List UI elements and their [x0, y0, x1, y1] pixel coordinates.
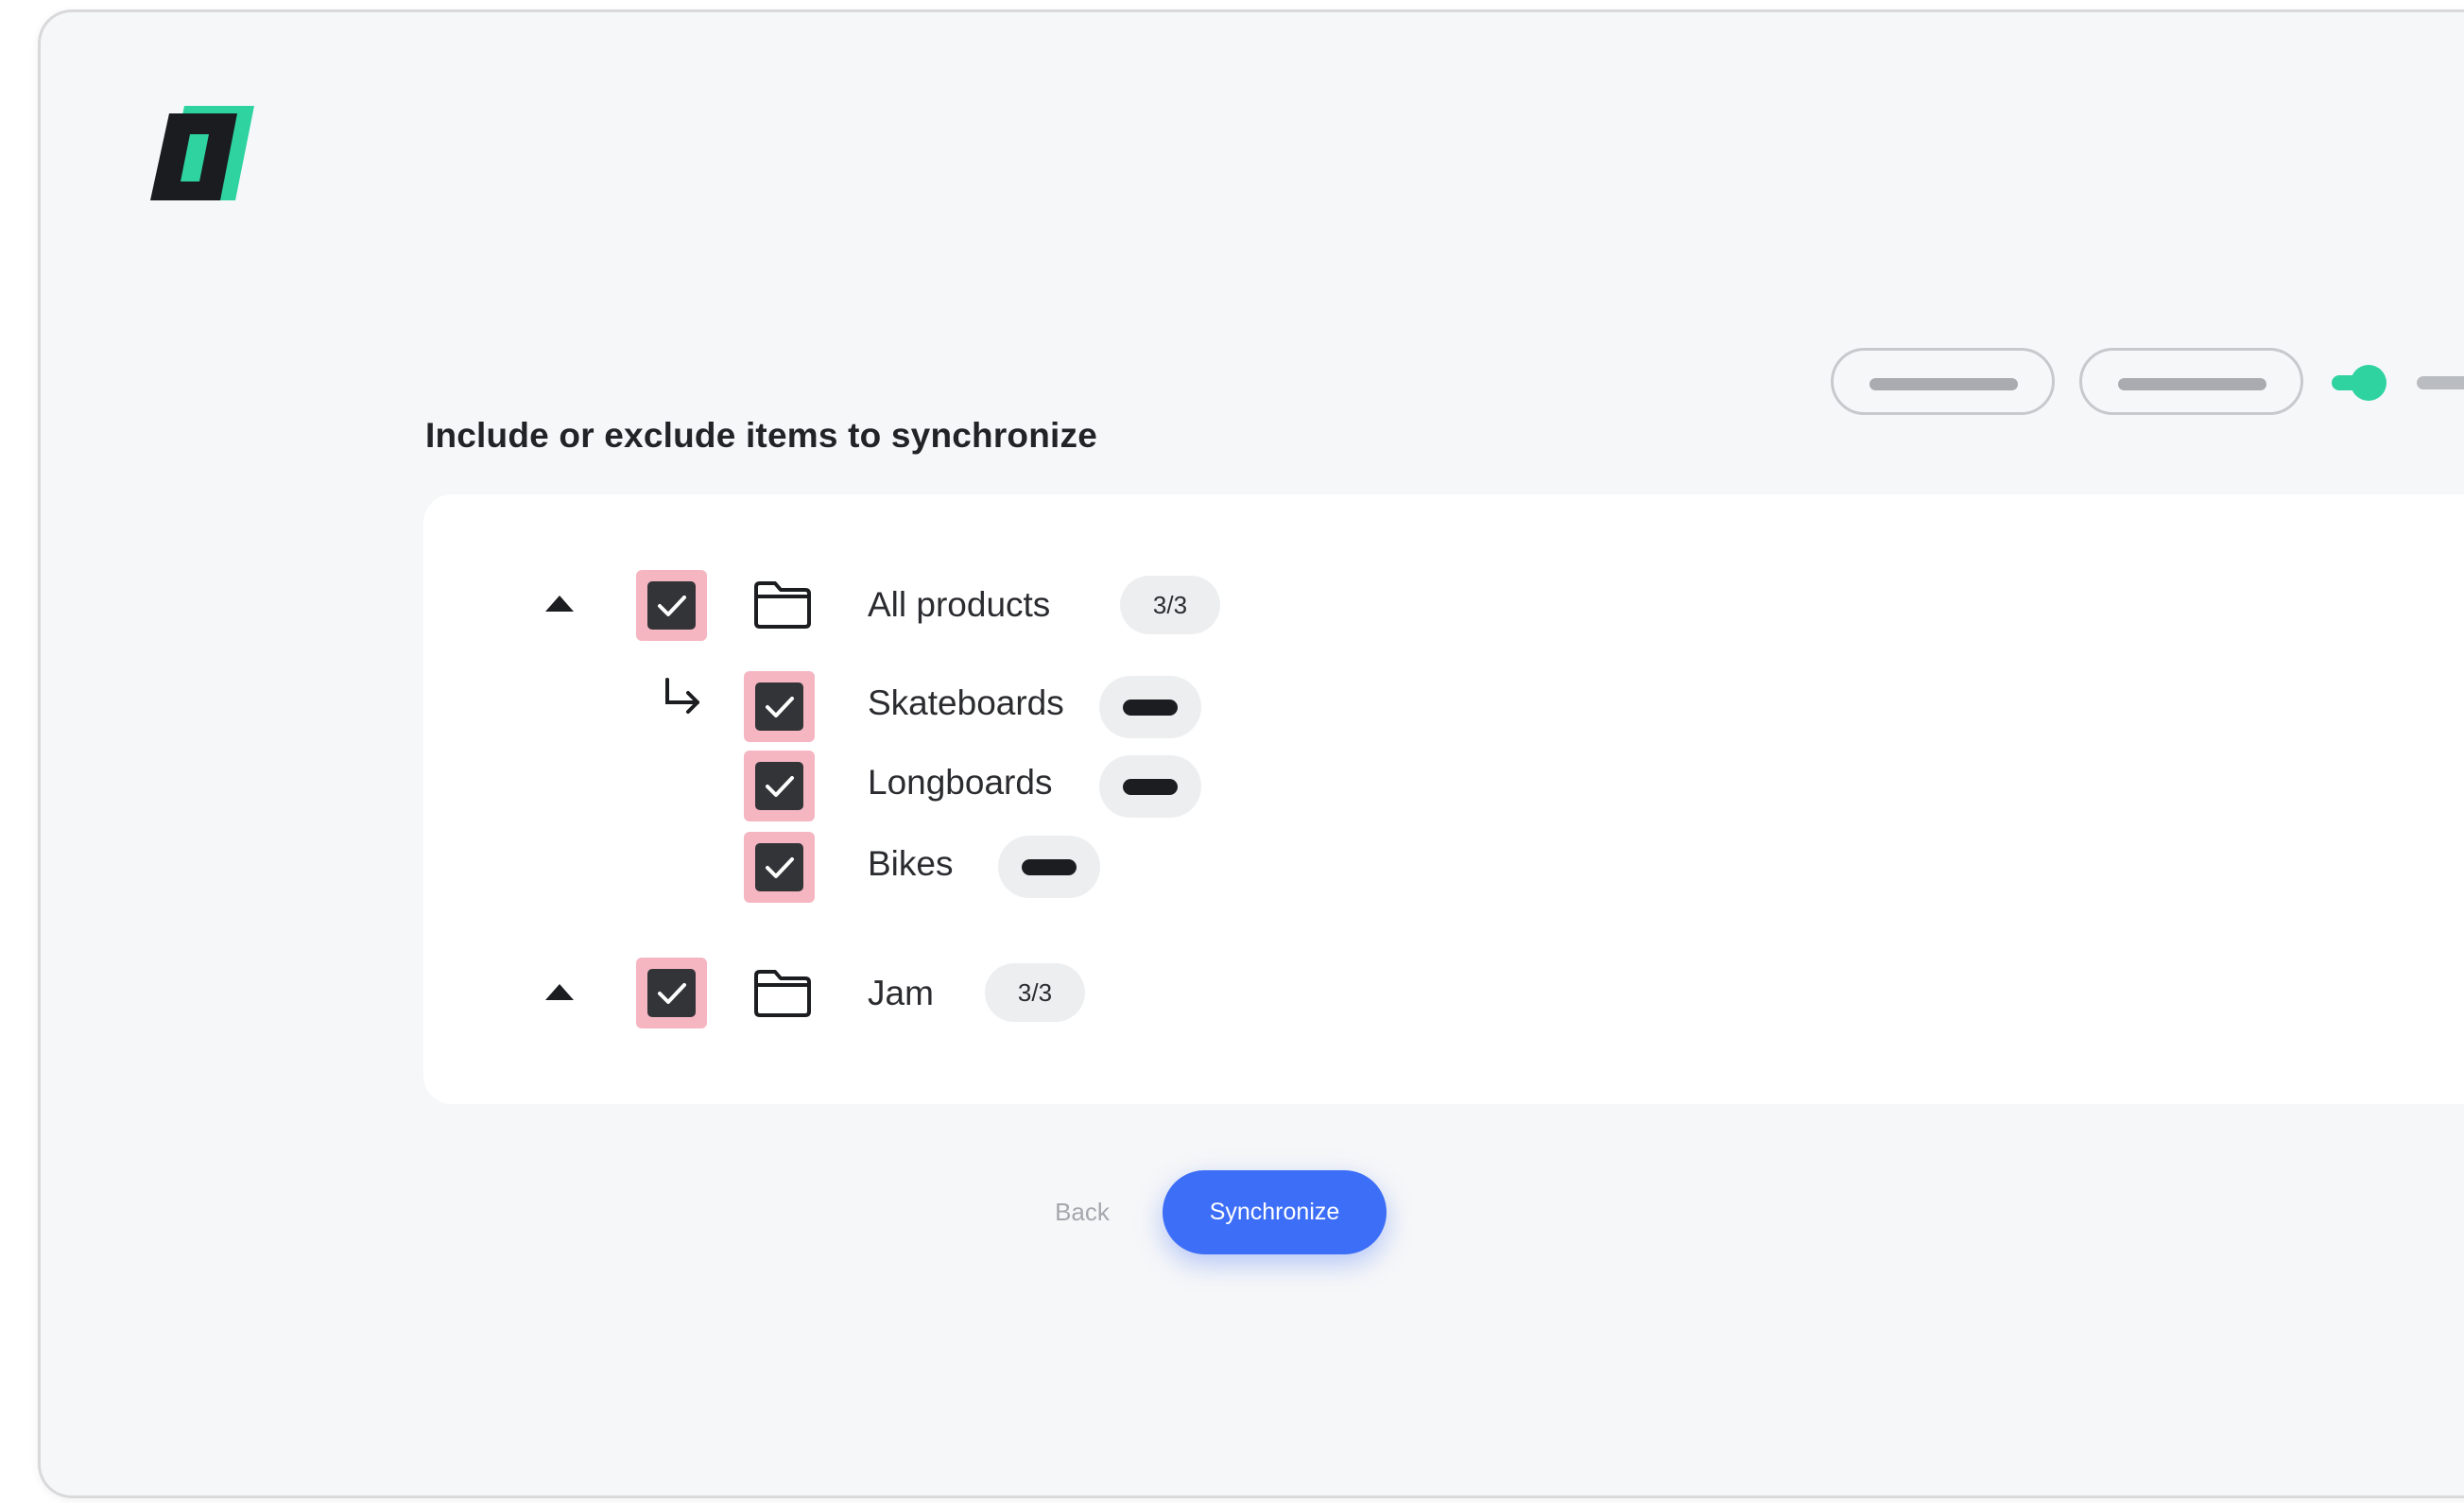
synchronize-button[interactable]: Synchronize	[1163, 1170, 1387, 1254]
subitem-arrow-icon	[665, 678, 699, 714]
item-label: Longboards	[868, 763, 1053, 802]
step-2-placeholder	[2118, 378, 2266, 390]
brand-logo-icon	[150, 106, 254, 200]
count-badge-placeholder	[1099, 755, 1201, 818]
checkbox-longboards[interactable]	[744, 751, 815, 821]
items-panel	[423, 494, 2464, 1104]
checkmark-icon	[658, 983, 686, 1004]
step-1-placeholder	[1870, 378, 2018, 390]
checkmark-icon	[766, 857, 794, 878]
checkbox-box	[755, 682, 803, 731]
placeholder-dash	[1123, 779, 1178, 795]
checkbox-box	[647, 969, 696, 1017]
step-3-active-dot	[2351, 365, 2386, 401]
placeholder-dash	[1022, 859, 1077, 875]
item-label: Bikes	[868, 844, 954, 883]
checkbox-box	[755, 762, 803, 810]
checkbox-bikes[interactable]	[744, 832, 815, 903]
count-badge: 3/3	[985, 963, 1085, 1022]
item-label: Skateboards	[868, 683, 1064, 722]
checkbox-box	[755, 843, 803, 891]
back-button[interactable]: Back	[1030, 1193, 1134, 1231]
step-2	[2079, 348, 2303, 415]
checkmark-icon	[658, 596, 686, 616]
checkmark-icon	[766, 697, 794, 717]
checkbox-jam[interactable]	[636, 958, 707, 1028]
section-title: Include or exclude items to synchronize	[425, 416, 1097, 455]
count-badge-placeholder	[998, 836, 1100, 898]
group-label: Jam	[868, 974, 934, 1012]
checkbox-all-products[interactable]	[636, 570, 707, 641]
placeholder-dash	[1123, 700, 1178, 716]
checkbox-skateboards[interactable]	[744, 671, 815, 742]
folder-icon	[754, 581, 811, 629]
collapse-caret-icon[interactable]	[545, 596, 574, 612]
checkmark-icon	[766, 776, 794, 797]
checkbox-box	[647, 581, 696, 630]
count-badge: 3/3	[1120, 576, 1220, 634]
collapse-caret-icon[interactable]	[545, 984, 574, 1000]
step-4-line	[2417, 376, 2464, 389]
count-badge-placeholder	[1099, 676, 1201, 738]
folder-icon	[754, 970, 811, 1017]
step-1	[1831, 348, 2055, 415]
group-label: All products	[868, 585, 1051, 624]
